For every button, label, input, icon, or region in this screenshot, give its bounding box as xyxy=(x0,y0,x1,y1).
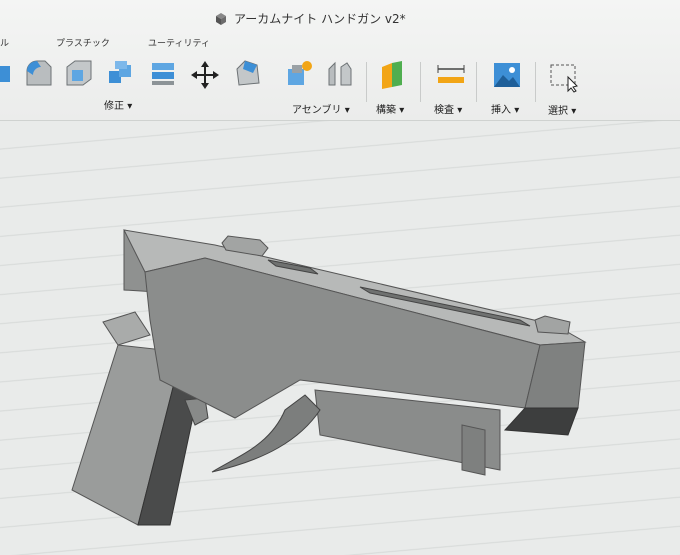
menu-select-label: 選択 xyxy=(548,106,568,117)
group-label-utility: ユーティリティ xyxy=(148,39,210,49)
selection-box-icon xyxy=(550,64,578,93)
new-component-icon xyxy=(288,61,312,85)
partial-tool-button[interactable] xyxy=(0,56,18,90)
move-icon xyxy=(191,61,219,89)
joint-icon xyxy=(328,61,352,86)
menu-assemble[interactable]: アセンブリ ▾ xyxy=(292,101,350,116)
combine-tool-button[interactable] xyxy=(104,56,138,90)
fillet-tool-button[interactable] xyxy=(22,56,56,90)
measure-icon xyxy=(437,65,465,83)
stack-icon xyxy=(152,63,174,85)
document-icon xyxy=(216,12,226,25)
separator xyxy=(366,62,367,102)
menu-modify[interactable]: 修正 ▾ xyxy=(104,97,132,112)
shell-icon xyxy=(66,60,92,86)
menu-construct-arrow: ▾ xyxy=(399,105,405,116)
lower-receiver-end xyxy=(461,424,486,476)
delete-tool-button[interactable] xyxy=(230,56,264,90)
handgun-model[interactable] xyxy=(0,121,680,555)
insert-tool-button[interactable] xyxy=(490,58,524,92)
image-icon xyxy=(494,63,520,87)
menu-select-arrow: ▾ xyxy=(571,106,577,117)
separator xyxy=(535,62,536,102)
combine-icon xyxy=(109,61,131,83)
align-tool-button[interactable] xyxy=(146,56,180,90)
menu-select[interactable]: 選択 ▾ xyxy=(548,102,576,117)
joint-tool-button[interactable] xyxy=(322,56,356,90)
muzzle-dark xyxy=(503,407,579,436)
move-tool-button[interactable] xyxy=(188,58,222,92)
document-title: アーカムナイト ハンドガン v2* xyxy=(214,10,406,27)
menu-modify-arrow: ▾ xyxy=(127,101,133,112)
measure-tool-button[interactable] xyxy=(434,58,468,92)
menu-inspect-arrow: ▾ xyxy=(457,105,463,116)
menu-assemble-arrow: ▾ xyxy=(344,105,350,116)
toolbar: アーカムナイト ハンドガン v2* ル プラスチック ユーティリティ 修正 ▾ xyxy=(0,0,680,121)
separator xyxy=(476,62,477,102)
delete-face-icon xyxy=(236,60,260,86)
menu-assemble-label: アセンブリ xyxy=(292,105,342,116)
menu-inspect-label: 検査 xyxy=(434,105,454,116)
select-tool-button[interactable] xyxy=(547,60,581,94)
group-label-cut: ル xyxy=(0,39,10,49)
menu-modify-label: 修正 xyxy=(104,101,124,112)
menu-construct[interactable]: 構築 ▾ xyxy=(376,101,404,116)
menu-insert-arrow: ▾ xyxy=(514,105,520,116)
fillet-icon xyxy=(26,60,52,86)
partial-tool-icon xyxy=(0,66,10,82)
document-title-text: アーカムナイト ハンドガン v2* xyxy=(234,12,406,26)
3d-viewport[interactable] xyxy=(0,121,680,555)
group-label-plastic: プラスチック xyxy=(56,39,110,49)
menu-construct-label: 構築 xyxy=(376,105,396,116)
frame-tab xyxy=(102,311,151,346)
menu-insert-label: 挿入 xyxy=(491,105,511,116)
menu-insert[interactable]: 挿入 ▾ xyxy=(491,101,519,116)
plane-icon xyxy=(382,61,402,89)
shell-tool-button[interactable] xyxy=(62,56,96,90)
construct-tool-button[interactable] xyxy=(375,58,409,92)
new-component-button[interactable] xyxy=(282,56,316,90)
menu-inspect[interactable]: 検査 ▾ xyxy=(434,101,462,116)
front-sight xyxy=(534,315,571,335)
separator xyxy=(420,62,421,102)
